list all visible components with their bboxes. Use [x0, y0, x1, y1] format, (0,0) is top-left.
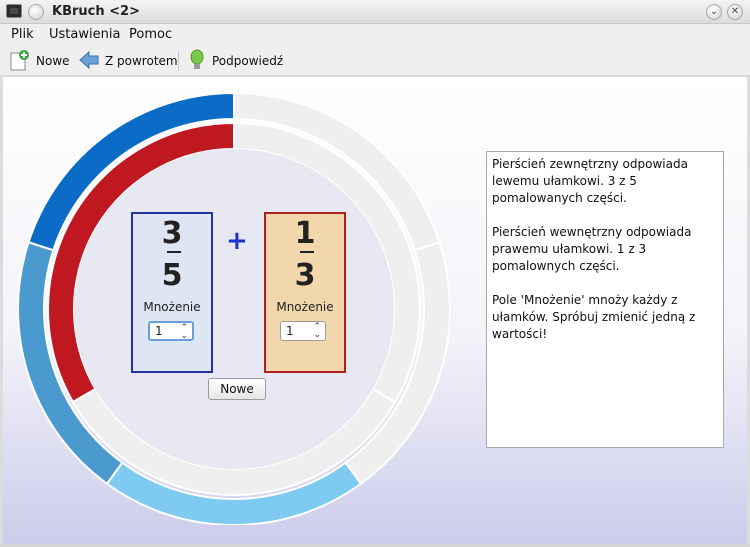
right-denominator: 3	[294, 258, 316, 293]
toolbar-separator	[178, 51, 179, 71]
new-task-label: Nowe	[36, 54, 70, 68]
right-numerator: 1	[294, 216, 316, 251]
left-multiplier-spinbox[interactable]: 1 ⌃ ⌄	[148, 321, 194, 341]
lightbulb-icon	[187, 49, 207, 74]
toolbar: Nowe Z powrotem Podpowiedź	[0, 46, 750, 76]
minimize-button[interactable]: ⌄	[706, 4, 722, 20]
right-multiply-label: Mnożenie	[276, 300, 334, 314]
hint-label: Podpowiedź	[212, 54, 284, 68]
new-task-dialog-button[interactable]: Nowe	[208, 378, 266, 400]
window-title: KBruch <2>	[52, 4, 140, 19]
left-fraction-bar	[167, 251, 181, 253]
right-multiplier-value: 1	[286, 324, 294, 338]
menu-bar: Plik Ustawienia Pomoc	[0, 24, 750, 46]
ring-center	[74, 149, 394, 469]
hint-button[interactable]: Podpowiedź	[187, 49, 284, 74]
menu-help[interactable]: Pomoc	[129, 27, 172, 42]
arrow-left-icon	[78, 49, 100, 74]
spin-arrows-icon[interactable]: ⌃ ⌄	[180, 324, 188, 341]
app-icon[interactable]	[6, 4, 22, 18]
right-fraction-panel: 1 3 Mnożenie 1 ⌃ ⌄	[264, 212, 346, 373]
back-label: Z powrotem	[105, 54, 178, 68]
info-paragraph: Pierścień zewnętrzny odpowiada lewemu uł…	[492, 157, 688, 205]
fraction-rings	[18, 93, 450, 525]
operator-sign: +	[226, 226, 248, 256]
left-multiply-label: Mnożenie	[143, 300, 201, 314]
info-paragraph: Pierścień wewnętrzny odpowiada prawemu u…	[492, 225, 692, 273]
left-denominator: 5	[161, 258, 183, 293]
window-menu-button[interactable]	[28, 4, 44, 20]
close-button[interactable]: ✕	[727, 4, 743, 20]
right-fraction-bar	[300, 251, 314, 253]
left-multiplier-value: 1	[155, 324, 163, 338]
left-fraction-panel: 3 5 Mnożenie 1 ⌃ ⌄	[131, 212, 213, 373]
left-numerator: 3	[161, 216, 183, 251]
info-text-panel[interactable]: Pierścień zewnętrzny odpowiada lewemu uł…	[486, 151, 724, 448]
menu-settings[interactable]: Ustawienia	[49, 27, 120, 42]
back-button[interactable]: Z powrotem	[78, 50, 178, 72]
right-multiplier-spinbox[interactable]: 1 ⌃ ⌄	[280, 321, 326, 341]
new-task-button[interactable]: Nowe	[9, 49, 70, 74]
title-bar: KBruch <2> ⌄ ✕	[0, 0, 750, 24]
menu-file[interactable]: Plik	[11, 27, 34, 42]
info-paragraph: Pole 'Mnożenie' mnoży każdy z ułamków. S…	[492, 293, 696, 341]
new-document-icon	[9, 49, 31, 74]
spin-arrows-icon[interactable]: ⌃ ⌄	[313, 323, 321, 340]
